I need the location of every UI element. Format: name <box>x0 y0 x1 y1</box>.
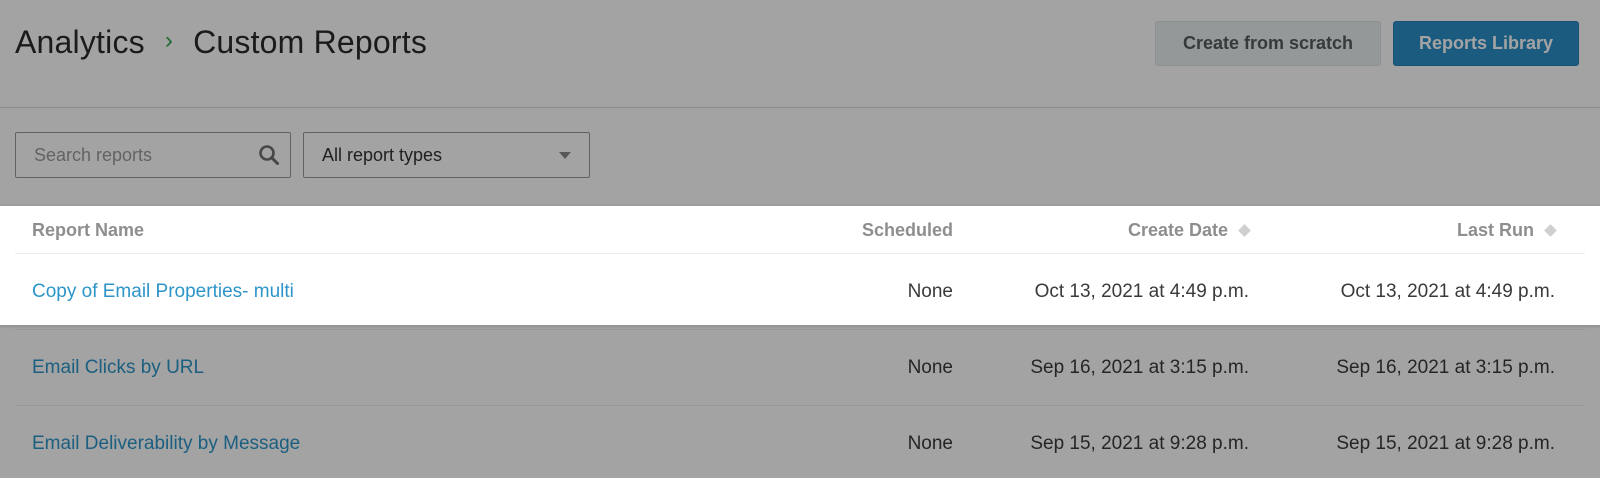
scheduled-cell: None <box>907 433 953 454</box>
report-type-select[interactable]: All report types <box>303 132 590 178</box>
page-title: Custom Reports <box>193 23 428 60</box>
create-date-cell: Sep 15, 2021 at 9:28 p.m. <box>1030 433 1249 454</box>
filter-bar: All report types <box>0 108 1600 206</box>
column-header-create-date[interactable]: Create Date <box>1127 206 1251 254</box>
chevron-right-icon: › <box>164 27 174 54</box>
search-icon[interactable] <box>258 144 280 166</box>
last-run-cell: Sep 15, 2021 at 9:28 p.m. <box>1336 433 1555 454</box>
report-name-link[interactable]: Email Deliverability by Message <box>32 406 300 478</box>
report-type-selected-value: All report types <box>322 144 443 165</box>
report-name-link[interactable]: Email Clicks by URL <box>32 330 204 405</box>
column-header-scheduled: Scheduled <box>861 219 953 240</box>
table-row: Copy of Email Properties- multi None Oct… <box>15 254 1585 330</box>
table-row: Email Deliverability by Message None Sep… <box>15 406 1585 478</box>
reports-library-button[interactable]: Reports Library <box>1393 21 1579 66</box>
report-name-link[interactable]: Copy of Email Properties- multi <box>32 254 294 329</box>
create-date-cell: Oct 13, 2021 at 4:49 p.m. <box>1034 280 1249 302</box>
table-row: Email Clicks by URL None Sep 16, 2021 at… <box>15 330 1585 406</box>
column-header-create-date-label: Create Date <box>1127 219 1228 240</box>
reports-table: Report Name Scheduled Create Date Last R… <box>0 206 1600 478</box>
sort-icon <box>1238 223 1251 237</box>
column-header-last-run[interactable]: Last Run <box>1456 206 1557 254</box>
sort-icon <box>1544 223 1557 237</box>
breadcrumb-analytics-link[interactable]: Analytics <box>15 24 145 61</box>
column-header-last-run-label: Last Run <box>1456 219 1534 240</box>
create-from-scratch-button[interactable]: Create from scratch <box>1155 21 1381 66</box>
caret-down-icon <box>559 152 571 159</box>
last-run-cell: Sep 16, 2021 at 3:15 p.m. <box>1336 356 1555 378</box>
scheduled-cell: None <box>907 356 953 378</box>
search-box <box>15 132 291 178</box>
last-run-cell: Oct 13, 2021 at 4:49 p.m. <box>1340 280 1555 302</box>
page-header: Analytics › Custom Reports Create from s… <box>0 0 1600 108</box>
create-date-cell: Sep 16, 2021 at 3:15 p.m. <box>1030 356 1249 378</box>
breadcrumb: Analytics › Custom Reports <box>15 22 427 62</box>
search-input[interactable] <box>16 133 246 177</box>
table-header: Report Name Scheduled Create Date Last R… <box>15 206 1585 254</box>
column-header-report-name: Report Name <box>32 219 145 240</box>
scheduled-cell: None <box>907 280 953 302</box>
